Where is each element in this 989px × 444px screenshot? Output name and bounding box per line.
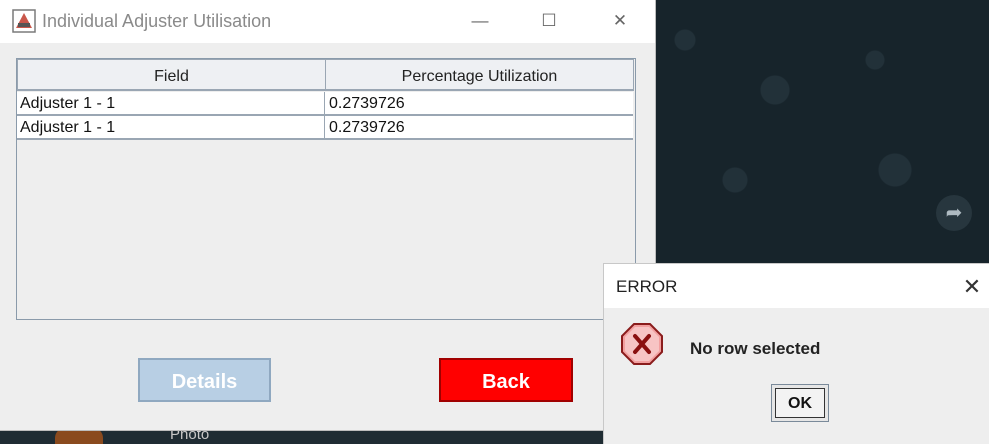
cell-percentage[interactable]: 0.2739726 xyxy=(326,92,632,114)
photo-label: Photo xyxy=(170,430,210,443)
table-header: Field Percentage Utilization xyxy=(17,59,635,91)
error-dialog-title: ERROR xyxy=(616,277,678,296)
close-button[interactable]: ✕ xyxy=(600,6,640,36)
background-message-strip: Photo xyxy=(0,430,655,444)
column-header-field[interactable]: Field xyxy=(17,59,326,91)
window-titlebar: Individual Adjuster Utilisation — ☐ ✕ xyxy=(0,0,655,43)
window-title: Individual Adjuster Utilisation xyxy=(42,11,272,31)
cell-field[interactable]: Adjuster 1 - 1 xyxy=(17,116,325,138)
error-icon xyxy=(621,323,663,365)
error-dialog: ERROR ✕ No row selected OK xyxy=(604,264,989,444)
error-message: No row selected xyxy=(690,339,821,358)
ok-button-label: OK xyxy=(775,388,825,418)
photo-thumbnail xyxy=(55,430,103,444)
java-app-icon xyxy=(12,9,36,33)
adjuster-utilisation-window: Individual Adjuster Utilisation — ☐ ✕ Fi… xyxy=(0,0,655,430)
utilisation-table: Field Percentage Utilization Adjuster 1 … xyxy=(16,58,636,320)
forward-icon[interactable]: ➦ xyxy=(936,195,972,231)
error-dialog-close-button[interactable]: ✕ xyxy=(959,274,985,300)
table-row[interactable]: Adjuster 1 - 1 0.2739726 xyxy=(17,92,633,116)
details-button[interactable]: Details xyxy=(138,358,271,402)
back-button[interactable]: Back xyxy=(439,358,573,402)
cell-percentage[interactable]: 0.2739726 xyxy=(326,116,632,138)
maximize-button[interactable]: ☐ xyxy=(529,6,569,36)
cell-field[interactable]: Adjuster 1 - 1 xyxy=(17,92,325,114)
column-header-percentage[interactable]: Percentage Utilization xyxy=(325,59,634,91)
ok-button[interactable]: OK xyxy=(771,384,829,422)
error-dialog-titlebar: ERROR ✕ xyxy=(604,264,989,308)
table-row[interactable]: Adjuster 1 - 1 0.2739726 xyxy=(17,116,633,140)
minimize-button[interactable]: — xyxy=(460,6,500,36)
